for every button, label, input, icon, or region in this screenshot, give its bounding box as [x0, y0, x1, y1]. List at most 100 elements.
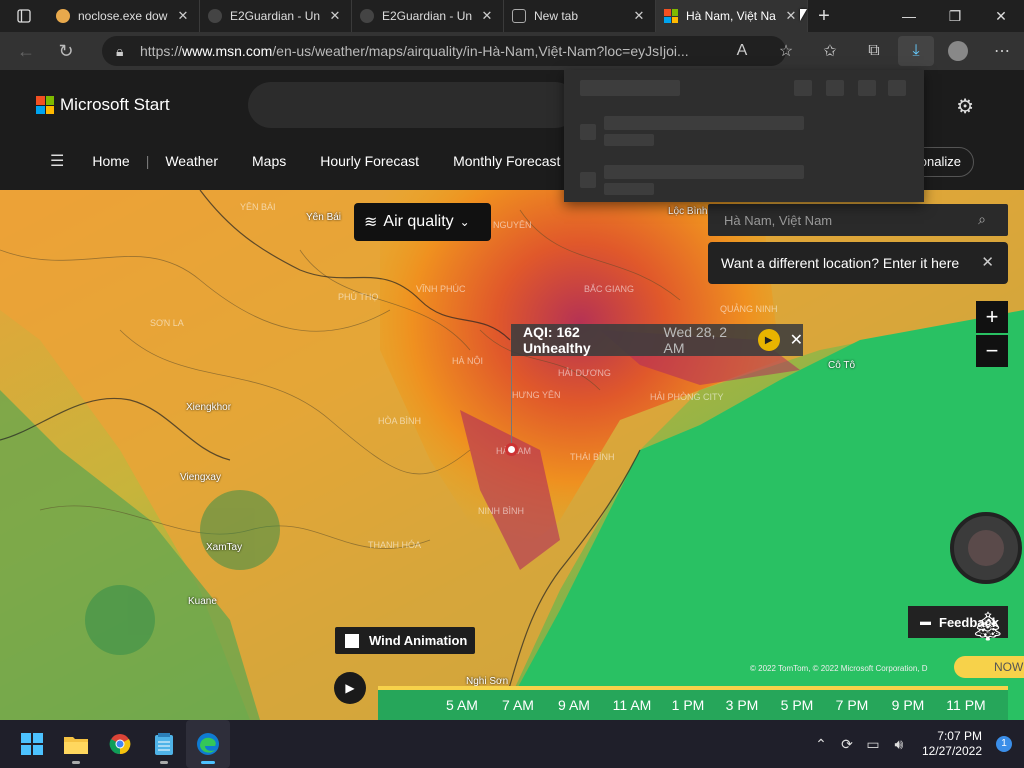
new-tab-button[interactable]: + [808, 5, 840, 28]
aqi-value: AQI: 162 Unhealthy [523, 324, 591, 356]
tab-title: E2Guardian - Un [230, 9, 321, 23]
favorites-icon[interactable]: ✩ [808, 32, 852, 70]
running-indicator [160, 761, 168, 764]
city-label: Lộc Bình [668, 206, 708, 217]
address-bar[interactable]: 🔒︎ https://www.msn.com/en-us/weather/map… [102, 36, 786, 66]
close-icon[interactable]: ✕ [790, 330, 803, 350]
url-text: https://www.msn.com/en-us/weather/maps/a… [140, 43, 689, 59]
nav-divider: | [145, 153, 150, 169]
location-tip-text: Want a different location? Enter it here [721, 255, 960, 271]
location-tooltip: Want a different location? Enter it here… [708, 242, 1008, 284]
checkbox[interactable] [345, 633, 359, 648]
clock-date: 12/27/2022 [921, 744, 982, 758]
skeleton-action [826, 80, 844, 96]
skeleton-line [604, 116, 804, 130]
skeleton-action [794, 80, 812, 96]
city-label: HƯNG YÊN [512, 390, 561, 400]
chrome-icon[interactable] [98, 720, 142, 768]
wind-animation-toggle[interactable]: Wind Animation [335, 627, 475, 654]
timeline-tick[interactable]: 9 AM [546, 690, 602, 720]
gear-icon[interactable]: ⚙ [956, 94, 974, 119]
timeline-tick[interactable]: 11 AM [602, 690, 662, 720]
windows-start-icon[interactable] [10, 720, 54, 768]
favorite-star-icon[interactable]: ☆ [764, 32, 808, 70]
nav-weather[interactable]: Weather [165, 153, 218, 169]
search-icon[interactable]: ⌕ [978, 211, 986, 228]
skeleton-action [888, 80, 906, 96]
tab-actions-icon[interactable] [0, 0, 48, 32]
forecast-timeline[interactable]: 5 AM 7 AM 9 AM 11 AM 1 PM 3 PM 5 PM 7 PM… [378, 690, 1008, 720]
city-label: Viengxay [180, 472, 221, 483]
chevron-down-icon: ⌄ [459, 215, 470, 229]
chevron-up-icon[interactable]: ⌃ [808, 736, 834, 753]
more-menu-icon[interactable]: ⋯ [980, 32, 1024, 70]
city-label: Cô Tô [828, 360, 856, 371]
read-aloud-icon[interactable]: A [720, 32, 764, 70]
hamburger-menu-icon[interactable]: ☰ [50, 151, 64, 171]
sync-icon[interactable]: ⟳ [834, 736, 860, 753]
close-icon[interactable]: ✕ [175, 8, 191, 24]
nav-home[interactable]: Home [92, 153, 129, 169]
christmas-tree-icon: 🎄︎ [970, 611, 1006, 642]
zoom-in-button[interactable]: + [976, 301, 1008, 333]
city-label: PHÚ THỌ [338, 292, 379, 302]
timeline-tick[interactable]: 1 PM [662, 690, 714, 720]
layer-selector-button[interactable]: ≋ Air quality ⌄ [354, 203, 491, 241]
tab-e2guardian-2[interactable]: E2Guardian - Un ✕ [352, 0, 504, 32]
mouse-cursor-icon [800, 9, 807, 21]
city-label: Xiengkhor [186, 402, 232, 413]
tab-new-tab[interactable]: New tab ✕ [504, 0, 656, 32]
nav-maps[interactable]: Maps [252, 153, 286, 169]
profile-avatar[interactable] [936, 32, 980, 70]
close-window-icon[interactable]: ✕ [978, 0, 1024, 32]
close-icon[interactable]: ✕ [631, 8, 647, 24]
timeline-tick[interactable]: 3 PM [714, 690, 770, 720]
clock-time: 7:07 PM [937, 729, 982, 743]
file-explorer-icon[interactable] [54, 720, 98, 768]
edge-icon[interactable] [186, 720, 230, 768]
nav-monthly-forecast[interactable]: Monthly Forecast [453, 153, 560, 169]
site-search-input[interactable] [248, 82, 578, 128]
timeline-tick[interactable]: 7 AM [490, 690, 546, 720]
layer-label: Air quality [383, 213, 454, 230]
lock-icon[interactable]: 🔒︎ [116, 43, 140, 60]
system-clock[interactable]: 7:07 PM 12/27/2022 [922, 729, 982, 759]
downloads-icon[interactable]: ⤓ [898, 36, 934, 66]
timeline-tick[interactable]: 5 PM [770, 690, 824, 720]
collections-icon[interactable]: ⧉ [852, 32, 896, 70]
nav-hourly-forecast[interactable]: Hourly Forecast [320, 153, 419, 169]
timeline-spacer [378, 690, 434, 720]
volume-icon[interactable]: 🔊︎ [886, 736, 912, 753]
wind-label: Wind Animation [369, 633, 468, 648]
tab-title: noclose.exe dow [78, 9, 168, 23]
play-icon[interactable]: ▶ [757, 329, 780, 351]
close-icon[interactable]: ✕ [479, 8, 495, 24]
timeline-tick[interactable]: 9 PM [880, 690, 936, 720]
timeline-tick[interactable]: 11 PM [936, 690, 996, 720]
zoom-out-button[interactable]: − [976, 335, 1008, 367]
minimize-icon[interactable]: — [886, 0, 932, 32]
refresh-icon[interactable]: ↻ [46, 32, 86, 70]
microsoft-start-logo[interactable]: Microsoft Start [36, 95, 170, 115]
location-search-input[interactable]: Hà Nam, Việt Nam ⌕ [708, 204, 1008, 236]
network-icon[interactable]: ▭ [860, 736, 886, 753]
tab-title: Hà Nam, Việt Na [686, 9, 776, 23]
skeleton-line [604, 165, 804, 179]
close-icon[interactable]: ✕ [981, 253, 994, 271]
timeline-play-button[interactable]: ▶ [334, 672, 366, 704]
city-label: HẢI DƯƠNG [558, 368, 611, 378]
city-label: Kuane [188, 596, 217, 607]
restore-icon[interactable]: ❐ [932, 0, 978, 32]
tab-noclose[interactable]: noclose.exe dow ✕ [48, 0, 200, 32]
notification-badge[interactable]: 1 [996, 736, 1012, 752]
close-icon[interactable]: ✕ [327, 8, 343, 24]
notepad-icon[interactable] [142, 720, 186, 768]
timeline-tick[interactable]: 7 PM [824, 690, 880, 720]
holiday-avatar[interactable] [950, 512, 1022, 584]
back-icon[interactable]: ← [6, 32, 46, 70]
tab-e2guardian-1[interactable]: E2Guardian - Un ✕ [200, 0, 352, 32]
location-pin-icon[interactable] [505, 443, 518, 456]
tab-ha-nam[interactable]: Hà Nam, Việt Na ✕ [656, 0, 808, 32]
timeline-tick[interactable]: 5 AM [434, 690, 490, 720]
close-icon[interactable]: ✕ [783, 8, 799, 24]
